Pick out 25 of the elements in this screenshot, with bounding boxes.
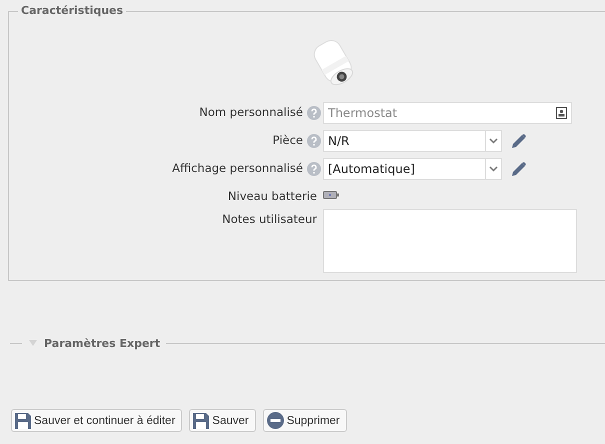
pencil-icon[interactable] (510, 160, 527, 178)
field-label: Nom personnalisé (199, 104, 303, 119)
field-label: Affichage personnalisé (172, 160, 303, 175)
select-field[interactable]: [Automatique] (323, 158, 502, 180)
select-field[interactable]: N/R (323, 130, 502, 152)
chevron-down-icon (489, 138, 498, 144)
help-icon[interactable] (307, 106, 321, 120)
field-label: Notes utilisateur (222, 211, 317, 226)
contact-card-icon (556, 107, 567, 119)
pencil-icon[interactable] (510, 132, 527, 150)
section-title: Caractéristiques (18, 4, 126, 17)
button[interactable]: Supprimer (262, 409, 347, 432)
help-icon[interactable] (307, 162, 321, 176)
help-icon[interactable] (307, 134, 321, 148)
chevron-down-icon (489, 166, 498, 172)
field-label: Niveau batterie (228, 188, 317, 203)
battery-icon (323, 190, 339, 198)
button[interactable]: Sauver et continuer à éditer (11, 409, 182, 432)
text-field[interactable]: Thermostat (323, 102, 572, 124)
notes-field[interactable] (323, 209, 577, 273)
expert-section-title[interactable]: Paramètres Expert (44, 337, 160, 350)
minus-circle-icon (266, 412, 284, 429)
button[interactable]: Sauver (189, 409, 256, 432)
caret-down-icon[interactable] (28, 340, 38, 348)
field-label: Pièce (272, 132, 303, 147)
